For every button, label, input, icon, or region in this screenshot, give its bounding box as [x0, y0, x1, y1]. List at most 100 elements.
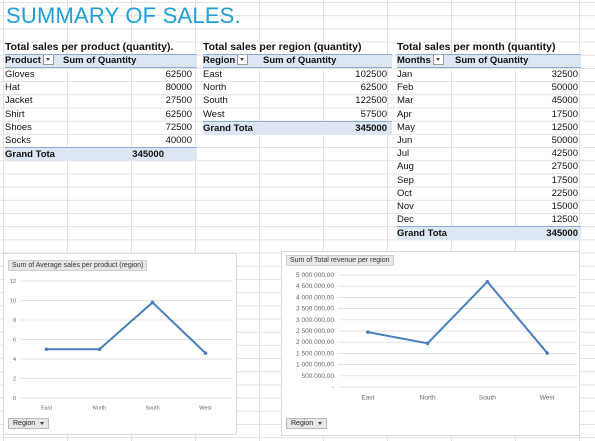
x-tick-label: West: [540, 395, 555, 402]
filter-dropdown-icon[interactable]: [237, 55, 249, 65]
row-label: Aug: [397, 161, 414, 173]
row-value: 62500: [165, 108, 192, 120]
row-label: Gloves: [5, 69, 35, 80]
filter-dropdown-icon[interactable]: [432, 55, 444, 65]
data-point: [150, 300, 155, 305]
row-header-label: Months: [397, 55, 431, 67]
row-value: 45000: [551, 95, 578, 107]
y-tick-label: 10: [10, 299, 16, 305]
row-header-label: Product: [5, 55, 41, 67]
pivot-header-row: Product Sum of Quantity: [5, 54, 197, 68]
row-label-filter[interactable]: Months: [397, 55, 455, 67]
pivot-row[interactable]: Sep 17500: [397, 174, 581, 187]
pivot-title: Total sales per region (quantity): [203, 41, 362, 53]
row-value: 42500: [551, 148, 578, 160]
pivot-row[interactable]: East 102500: [203, 68, 392, 81]
pivot-row[interactable]: Shoes 72500: [5, 121, 197, 134]
x-tick-label: East: [361, 395, 374, 402]
pivot-row[interactable]: Mar 45000: [397, 94, 581, 107]
row-value: 122500: [355, 95, 387, 107]
pivot-row[interactable]: Shirt 62500: [5, 108, 197, 121]
data-point: [485, 279, 490, 284]
row-value: 57500: [360, 108, 387, 120]
row-label: Shoes: [5, 121, 32, 133]
pivot-row[interactable]: Socks 40000: [5, 134, 197, 147]
row-label: Jan: [397, 69, 413, 80]
row-label: Jul: [397, 148, 410, 160]
pivot-row[interactable]: West 57500: [203, 108, 392, 121]
pivot-row[interactable]: Aug 27500: [397, 160, 581, 173]
pivot-row[interactable]: Dec 12500: [397, 213, 581, 226]
row-label: Hat: [5, 82, 20, 94]
y-tick-label: 3 000 000,00: [296, 317, 334, 324]
data-point: [97, 347, 102, 352]
row-value: 50000: [551, 134, 578, 146]
pivot-table-region[interactable]: Total sales per region (quantity) Region…: [203, 41, 392, 135]
row-label-filter[interactable]: Region: [203, 55, 263, 67]
row-value: 27500: [165, 95, 192, 107]
grand-total-value: 345000: [132, 149, 164, 161]
pivot-row[interactable]: Nov 15000: [397, 200, 581, 213]
row-header-label: Region: [203, 55, 236, 67]
chart-plot: - 500 000,00 1 000 000,00 1 500 000,00 2 000…: [296, 272, 577, 402]
grand-total-row: Grand Tota 345000: [5, 147, 197, 162]
x-tick-label: West: [199, 406, 212, 412]
pivot-title: Total sales per month (quantity): [397, 41, 556, 53]
row-label: West: [203, 108, 225, 120]
row-value: 62500: [165, 69, 192, 80]
pivot-row[interactable]: Oct 22500: [397, 187, 581, 200]
row-label: Oct: [397, 187, 412, 199]
pivot-row[interactable]: Gloves 62500: [5, 68, 197, 81]
row-value: 15000: [551, 200, 578, 212]
row-value: 12500: [551, 121, 578, 133]
row-value: 12500: [551, 214, 578, 226]
pivot-body: Jan 32500 Feb 50000 Mar 45000 Apr 17500 May 12500…: [397, 68, 581, 226]
chart-total-revenue[interactable]: Sum of Total revenue per region -500 000…: [281, 251, 580, 436]
y-tick-label: 6: [13, 338, 16, 344]
pivot-table-product[interactable]: Total sales per product (quantity). Prod…: [5, 41, 197, 162]
row-label: Jacket: [5, 95, 33, 107]
data-point: [366, 330, 370, 334]
row-value: 80000: [165, 82, 192, 94]
row-label-filter[interactable]: Product: [5, 55, 63, 67]
filter-button-label: Region: [13, 420, 36, 427]
row-label: Feb: [397, 82, 414, 94]
value-header: Sum of Quantity: [263, 55, 337, 66]
grand-total-row: Grand Tota 345000: [397, 226, 581, 241]
region-filter-button[interactable]: Region: [8, 418, 50, 429]
pivot-row[interactable]: Apr 17500: [397, 108, 581, 121]
filter-dropdown-icon[interactable]: [42, 55, 54, 65]
pivot-row[interactable]: Jacket 27500: [5, 94, 197, 107]
pivot-row[interactable]: May 12500: [397, 121, 581, 134]
dropdown-arrow-icon: [40, 421, 45, 425]
data-point: [203, 351, 208, 355]
series-line: [46, 301, 207, 354]
sheet-title: SUMMARY OF SALES.: [6, 3, 241, 28]
pivot-row[interactable]: Jan 32500: [397, 68, 581, 81]
dropdown-arrow-icon: [318, 421, 323, 425]
value-header: Sum of Quantity: [455, 55, 529, 66]
row-label: Shirt: [5, 108, 25, 120]
row-label: East: [203, 69, 223, 80]
row-value: 72500: [165, 121, 192, 133]
pivot-row[interactable]: Hat 80000: [5, 81, 197, 94]
pivot-row[interactable]: South 122500: [203, 94, 392, 107]
pivot-table-month[interactable]: Total sales per month (quantity) Months …: [397, 41, 581, 241]
pivot-row[interactable]: Jul 42500: [397, 147, 581, 160]
row-value: 50000: [551, 82, 578, 94]
pivot-row[interactable]: Jun 50000: [397, 134, 581, 147]
y-tick-label: 4 000 000,00: [296, 294, 334, 301]
y-tick-label: -: [332, 384, 334, 391]
filter-button-label: Region: [291, 420, 314, 427]
row-label: Nov: [397, 200, 414, 212]
pivot-row[interactable]: North 62500: [203, 81, 392, 94]
pivot-row[interactable]: Feb 50000: [397, 81, 581, 94]
region-filter-button[interactable]: Region: [286, 418, 328, 429]
x-tick-label: South: [479, 395, 496, 402]
chart-plot: 0 2 4 6 8 10 12 East North South West: [10, 279, 232, 412]
row-value: 32500: [551, 69, 578, 80]
y-tick-label: 2 500 000,00: [296, 328, 334, 335]
y-tick-label: 12: [10, 279, 16, 285]
y-tick-label: 1 500 000,00: [296, 350, 334, 357]
chart-average-sales[interactable]: Sum of Average sales per product (region…: [3, 253, 237, 435]
